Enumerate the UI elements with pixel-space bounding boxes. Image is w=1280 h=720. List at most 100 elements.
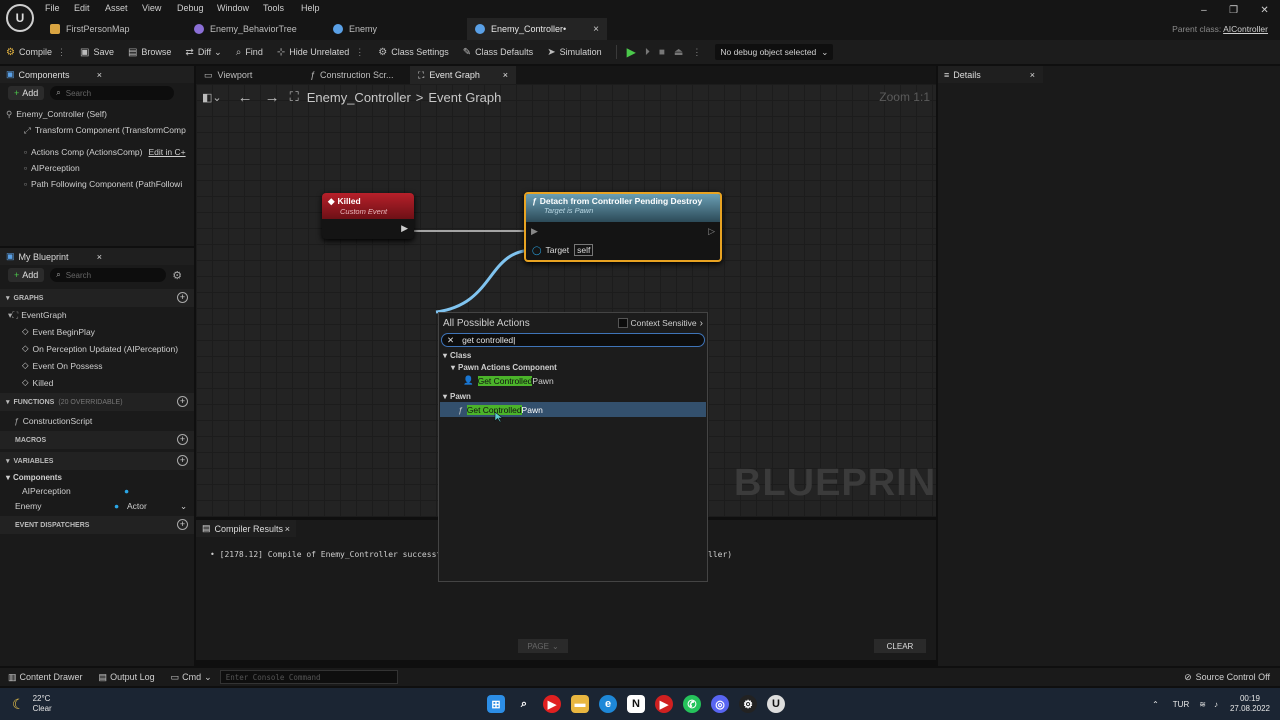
menu-view[interactable]: View	[142, 3, 161, 13]
menu-help[interactable]: Help	[301, 3, 320, 13]
add-function-icon[interactable]: +	[177, 396, 188, 407]
source-control-button[interactable]: Source Control Off	[1196, 672, 1270, 682]
unreal-logo-icon[interactable]: U	[6, 4, 34, 32]
simulation-button[interactable]: ➤ Simulation	[547, 47, 601, 58]
clock[interactable]: 00:19 27.08.2022	[1230, 694, 1270, 714]
wifi-icon[interactable]: ≋	[1199, 700, 1206, 709]
minimize-icon[interactable]: –	[1201, 5, 1207, 16]
chevron-down-icon[interactable]: ⌄	[180, 501, 187, 512]
debug-object-select[interactable]: No debug object selected ⌄	[715, 44, 834, 60]
youtube-icon[interactable]: ▶	[543, 695, 561, 713]
killed-event-node[interactable]: ◆ Killed Custom Event ▶	[322, 193, 414, 239]
forward-arrow-icon[interactable]: →	[265, 89, 280, 106]
event-item[interactable]: ◇ On Perception Updated (AIPerception)	[0, 340, 194, 357]
file-explorer-icon[interactable]: ▬	[571, 695, 589, 713]
edit-in-cpp-link[interactable]: Edit in C+	[149, 147, 186, 157]
hide-unrelated-button[interactable]: ⊹ Hide Unrelated ⋮	[277, 47, 364, 58]
graph-item-eventgraph[interactable]: ▾⛶ EventGraph	[0, 307, 194, 323]
event-item[interactable]: ◇ Killed	[0, 374, 194, 391]
gear-icon[interactable]: ⚙	[172, 269, 182, 282]
steam-icon[interactable]: ⚙	[739, 695, 757, 713]
content-drawer-button[interactable]: Content Drawer	[20, 672, 83, 682]
whatsapp-icon[interactable]: ✆	[683, 695, 701, 713]
kebab-icon[interactable]: ⋮	[57, 47, 66, 58]
class-defaults-button[interactable]: ✎ Class Defaults	[463, 47, 533, 58]
section-graphs[interactable]: ▾ GRAPHS +	[0, 289, 194, 307]
close-window-icon[interactable]: ✕	[1260, 5, 1268, 16]
exec-out-pin-icon[interactable]: ▶	[401, 223, 408, 234]
variable-category[interactable]: ▾ Components	[0, 470, 194, 484]
add-macro-icon[interactable]: +	[177, 434, 188, 445]
compile-button[interactable]: ⚙ Compile ⋮	[6, 47, 66, 58]
kebab-icon[interactable]: ⋮	[692, 47, 701, 58]
variable-item[interactable]: Enemy ● Actor ⌄	[0, 498, 194, 514]
section-event-dispatchers[interactable]: EVENT DISPATCHERS +	[0, 516, 194, 534]
output-log-button[interactable]: Output Log	[110, 672, 155, 682]
section-macros[interactable]: MACROS +	[0, 431, 194, 449]
maximize-icon[interactable]: ❐	[1229, 5, 1238, 16]
close-tab-icon[interactable]: ×	[593, 24, 599, 35]
breadcrumb-blueprint[interactable]: Enemy_Controller	[307, 90, 411, 105]
add-component-button[interactable]: + Add	[8, 86, 45, 100]
play-icon[interactable]: ▶	[627, 45, 636, 59]
breadcrumb-graph[interactable]: Event Graph	[428, 90, 501, 105]
components-search-input[interactable]: ⌕ Search	[50, 86, 175, 100]
add-member-button[interactable]: + Add	[8, 268, 45, 282]
page-button[interactable]: PAGE ⌄	[518, 639, 568, 653]
action-item[interactable]: 👤 Get Controlled Pawn	[439, 373, 707, 388]
diff-button[interactable]: ⇄ Diff ⌄	[185, 47, 221, 58]
category-class[interactable]: ▾ Class	[439, 349, 707, 361]
weather-widget[interactable]: 22°C Clear	[33, 694, 52, 714]
back-arrow-icon[interactable]: ←	[238, 89, 253, 106]
menu-asset[interactable]: Asset	[105, 3, 128, 13]
tab-firstpersonmap[interactable]: FirstPersonMap	[42, 18, 182, 40]
object-wire[interactable]	[435, 248, 535, 314]
menu-debug[interactable]: Debug	[177, 3, 204, 13]
menu-file[interactable]: File	[45, 3, 60, 13]
context-sensitive-checkbox[interactable]	[617, 318, 628, 328]
notion-icon[interactable]: N	[627, 695, 645, 713]
windows-start-icon[interactable]: ⊞	[487, 695, 505, 713]
stop-icon[interactable]: ■	[659, 47, 665, 58]
media-player-icon[interactable]: ▶	[655, 695, 673, 713]
pin-default-value[interactable]: self	[574, 244, 594, 256]
exec-in-pin-icon[interactable]: ▶	[531, 226, 538, 237]
component-item-aiperception[interactable]: ▫ AIPerception	[6, 160, 194, 176]
class-settings-button[interactable]: ⚙ Class Settings	[378, 47, 449, 58]
component-item-actions[interactable]: ▫ Actions Comp (ActionsComp) Edit in C+	[6, 144, 194, 160]
action-search-input[interactable]: ✕ get controlled |	[441, 333, 705, 347]
language-indicator[interactable]: TUR	[1173, 700, 1189, 709]
add-variable-icon[interactable]: +	[177, 455, 188, 466]
menu-tools[interactable]: Tools	[263, 3, 284, 13]
detach-node[interactable]: ƒ Detach from Controller Pending Destroy …	[524, 192, 722, 262]
function-item-construction[interactable]: ƒ ConstructionScript	[0, 411, 194, 431]
add-graph-icon[interactable]: +	[177, 292, 188, 303]
search-icon[interactable]: ⌕	[515, 695, 533, 713]
add-dispatcher-icon[interactable]: +	[177, 519, 188, 530]
event-item[interactable]: ◇ Event On Possess	[0, 357, 194, 374]
tab-viewport[interactable]: ▭ Viewport	[196, 66, 301, 84]
clear-button[interactable]: CLEAR	[874, 639, 926, 653]
category-pawn[interactable]: ▾ Pawn	[439, 390, 707, 402]
close-icon[interactable]: ×	[97, 70, 102, 80]
tab-enemy[interactable]: Enemy	[325, 18, 463, 40]
action-item-selected[interactable]: ƒ Get Controlled Pawn	[440, 402, 706, 417]
close-icon[interactable]: ×	[1030, 70, 1035, 80]
console-command-input[interactable]: Enter Console Command	[219, 670, 398, 684]
volume-icon[interactable]: ♪	[1214, 700, 1218, 709]
tab-enemy-controller[interactable]: Enemy_Controller• ×	[467, 18, 607, 40]
exec-out-pin-icon[interactable]: ▷	[708, 226, 715, 237]
menu-edit[interactable]: Edit	[74, 3, 90, 13]
step-icon[interactable]: ⏵	[645, 47, 650, 58]
tab-event-graph[interactable]: ⛶ Event Graph ×	[410, 66, 516, 84]
chevron-down-icon[interactable]: ⌄	[204, 672, 212, 683]
close-icon[interactable]: ×	[285, 524, 290, 534]
tab-construction-script[interactable]: ƒ Construction Scr...	[302, 66, 410, 84]
event-item[interactable]: ◇ Event BeginPlay	[0, 323, 194, 340]
section-variables[interactable]: ▾ VARIABLES +	[0, 452, 194, 470]
graph-menu-icon[interactable]: ◧⌄	[202, 91, 222, 104]
target-pin[interactable]: ◯ Target self	[532, 244, 594, 256]
edge-icon[interactable]: e	[599, 695, 617, 713]
component-item-pathfollowing[interactable]: ▫ Path Following Component (PathFollowi	[6, 176, 194, 192]
browse-button[interactable]: ▤ Browse	[128, 47, 171, 58]
